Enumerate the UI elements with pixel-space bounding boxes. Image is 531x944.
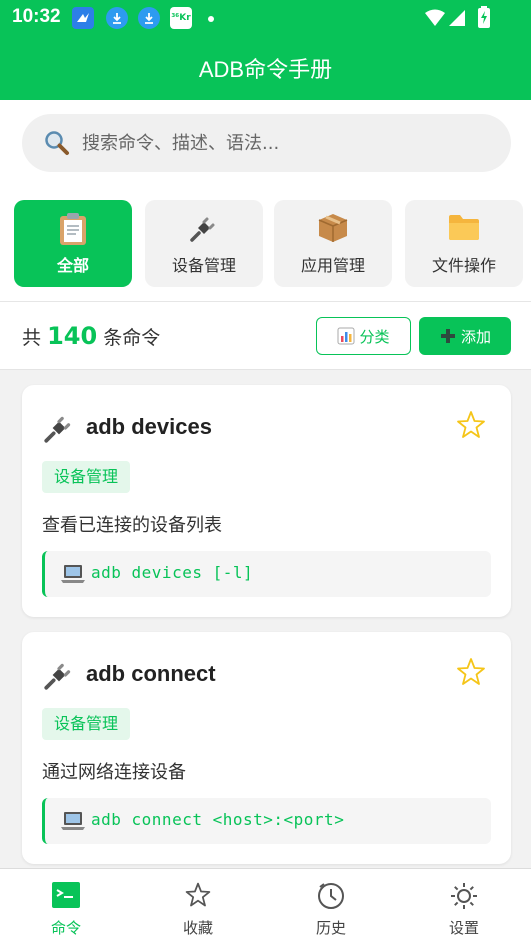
category-all[interactable]: 全部	[14, 200, 132, 287]
nav-history[interactable]: 历史	[265, 869, 397, 944]
category-label: 文件操作	[431, 256, 496, 275]
plus-icon	[440, 329, 455, 343]
count-number: 140	[47, 322, 98, 350]
command-syntax: adb devices [-l]	[91, 563, 254, 582]
command-card[interactable]: adb connect 设备管理 通过网络连接设备 adb connect <h…	[22, 632, 511, 864]
clipboard-icon	[14, 212, 132, 246]
star-outline-icon	[185, 882, 211, 907]
command-syntax: adb connect <host>:<port>	[91, 810, 345, 829]
signal-icon	[449, 10, 465, 26]
command-list[interactable]: adb devices 设备管理 查看已连接的设备列表 adb devices …	[0, 371, 531, 868]
wifi-icon	[425, 9, 445, 26]
36kr-icon: ³⁶Kr	[170, 7, 192, 29]
command-description: 通过网络连接设备	[42, 762, 186, 783]
battery-icon	[478, 6, 490, 28]
download-icon	[138, 7, 160, 29]
category-button[interactable]: 分类	[316, 317, 411, 355]
nav-commands[interactable]: 命令	[0, 869, 132, 944]
category-file-operations[interactable]: 文件操作	[405, 200, 523, 287]
star-outline-icon[interactable]	[455, 656, 487, 688]
app-header: 10:32 ³⁶Kr ADB命令手册	[0, 0, 531, 100]
category-tag: 设备管理	[42, 708, 131, 740]
download-icon	[106, 7, 128, 29]
nav-label: 设置	[448, 919, 479, 937]
sun-settings-icon	[451, 883, 477, 909]
search-input[interactable]	[82, 114, 492, 172]
plug-icon	[44, 416, 71, 443]
nav-settings[interactable]: 设置	[398, 869, 530, 944]
count-prefix: 共	[22, 327, 42, 349]
notification-dot	[208, 16, 214, 22]
command-syntax-block[interactable]: adb devices [-l]	[42, 551, 491, 597]
command-card[interactable]: adb devices 设备管理 查看已连接的设备列表 adb devices …	[22, 385, 511, 617]
add-button[interactable]: 添加	[419, 317, 511, 355]
clock-icon	[318, 883, 344, 909]
bottom-navigation: 命令 收藏 历史 设置	[0, 868, 531, 944]
category-tabs: 全部 设备管理 应用管理 文件操作	[0, 190, 531, 302]
search-bar[interactable]	[22, 114, 511, 172]
folder-icon	[405, 212, 523, 242]
terminal-icon	[52, 882, 80, 908]
category-label: 应用管理	[300, 256, 365, 275]
plug-icon	[44, 663, 71, 690]
nav-label: 收藏	[182, 919, 213, 937]
category-button-label: 分类	[359, 327, 390, 346]
page-title: ADB命令手册	[198, 57, 333, 82]
count-suffix: 条命令	[103, 327, 161, 349]
category-label: 全部	[56, 256, 89, 275]
laptop-icon	[61, 565, 85, 583]
command-count: 共 140 条命令	[22, 322, 160, 350]
summary-bar: 共 140 条命令 分类 添加	[0, 302, 531, 370]
category-device-management[interactable]: 设备管理	[145, 200, 263, 287]
nav-favorites[interactable]: 收藏	[132, 869, 264, 944]
laptop-icon	[61, 812, 85, 830]
bar-chart-icon	[337, 327, 355, 345]
package-icon	[274, 212, 392, 244]
star-outline-icon[interactable]	[455, 409, 487, 441]
command-title: adb connect	[86, 661, 216, 686]
search-section	[0, 100, 531, 190]
nav-label: 历史	[315, 919, 346, 937]
category-app-management[interactable]: 应用管理	[274, 200, 392, 287]
command-syntax-block[interactable]: adb connect <host>:<port>	[42, 798, 491, 844]
category-label: 设备管理	[171, 256, 236, 275]
command-description: 查看已连接的设备列表	[42, 515, 222, 536]
add-button-label: 添加	[460, 327, 491, 346]
status-time: 10:32	[12, 6, 61, 27]
plug-icon	[145, 212, 263, 244]
command-title: adb devices	[86, 414, 212, 439]
category-tag: 设备管理	[42, 461, 131, 493]
bird-icon	[72, 7, 94, 29]
search-icon	[45, 131, 69, 155]
nav-label: 命令	[50, 919, 81, 937]
status-bar: 10:32 ³⁶Kr	[0, 0, 531, 36]
